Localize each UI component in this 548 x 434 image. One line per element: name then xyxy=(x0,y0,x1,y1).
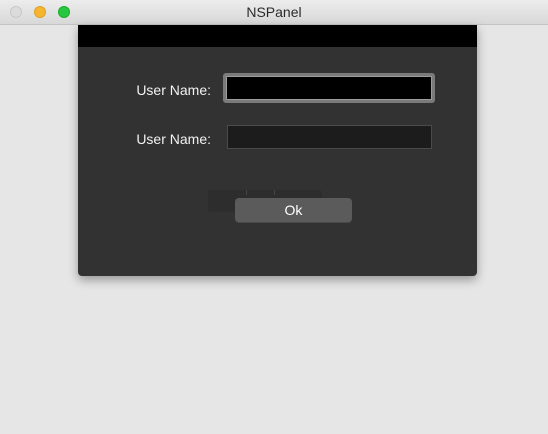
user-name-input-secondary[interactable] xyxy=(227,125,432,149)
sheet-header-bar xyxy=(78,25,477,47)
user-name-input[interactable] xyxy=(223,73,435,103)
user-name-label-secondary: User Name: xyxy=(136,131,211,147)
divider-mark xyxy=(274,190,275,195)
window-title: NSPanel xyxy=(246,4,302,20)
main-window: NSPanel User Name: User Name: Ok xyxy=(0,0,548,434)
divider-mark xyxy=(246,190,247,195)
user-name-label: User Name: xyxy=(136,82,211,98)
ok-button[interactable]: Ok xyxy=(235,198,352,222)
title-bar[interactable]: NSPanel xyxy=(0,0,548,25)
login-sheet: User Name: User Name: Ok xyxy=(78,25,477,276)
